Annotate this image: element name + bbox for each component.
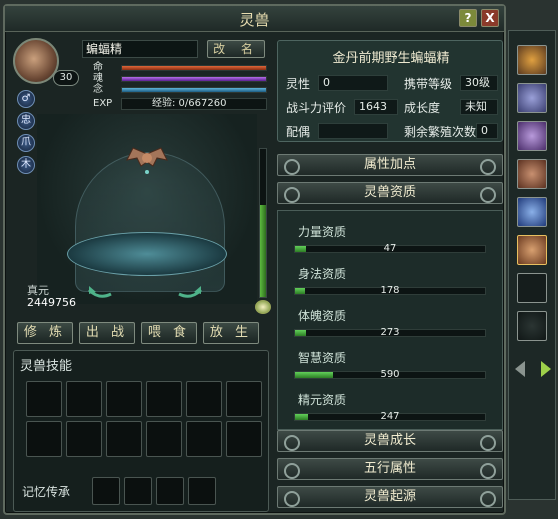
soul-bar: [121, 76, 267, 82]
pet-tab-empty-2[interactable]: [517, 311, 547, 341]
memory-slot[interactable]: [156, 477, 184, 505]
rotate-right-icon[interactable]: [177, 286, 203, 300]
paw-icon: 爪: [17, 134, 35, 152]
aptitude-value: 590: [380, 369, 400, 380]
power-value: 1643: [354, 99, 398, 115]
train-button[interactable]: 修 炼: [17, 322, 73, 344]
pet-tab-3[interactable]: [517, 121, 547, 151]
aptitude-label: 身法资质: [298, 267, 347, 281]
mind-bar: [121, 87, 267, 93]
pet-growth-header[interactable]: 灵兽成长: [277, 430, 503, 452]
skill-slot[interactable]: [226, 421, 262, 457]
skill-slot[interactable]: [186, 381, 222, 417]
vertical-gauge: [259, 148, 267, 298]
pet-display-stage: [37, 114, 257, 304]
skill-slot[interactable]: [66, 381, 102, 417]
pet-name-field: 蝙蝠精: [82, 40, 198, 58]
close-button[interactable]: X: [481, 9, 499, 27]
aptitude-value: 47: [383, 243, 397, 254]
pet-origin-header[interactable]: 灵兽起源: [277, 486, 503, 508]
bat-pet-model: [126, 147, 168, 174]
window-title: 灵兽: [239, 11, 270, 29]
memory-inherit-label: 记忆传承: [22, 485, 71, 499]
breed-count-label: 剩余繁殖次数: [404, 125, 477, 139]
carry-level-value: 30级: [460, 75, 498, 91]
pet-window: 灵兽 ? X 30 蝙蝠精 改 名 命 魂 念 EXP 经验: 0/667260…: [3, 4, 506, 515]
aptitude-value: 178: [380, 285, 400, 296]
power-label: 战斗力评价: [286, 101, 347, 115]
skill-slot[interactable]: [66, 421, 102, 457]
hp-label: 命: [93, 62, 103, 73]
attribute-points-header[interactable]: 属性加点: [277, 154, 503, 176]
spirituality-label: 灵性: [286, 77, 311, 91]
feed-button[interactable]: 喂 食: [141, 322, 197, 344]
skills-panel: 灵兽技能 记忆传承: [13, 350, 269, 512]
rotate-left-icon[interactable]: [87, 286, 113, 300]
skill-slot[interactable]: [226, 381, 262, 417]
skill-slot[interactable]: [146, 421, 182, 457]
mind-label: 念: [93, 84, 103, 95]
pet-tab-2[interactable]: [517, 83, 547, 113]
aptitude-value: 247: [380, 411, 400, 422]
next-arrow-icon[interactable]: [541, 361, 551, 377]
pet-tab-column: [508, 30, 556, 500]
hp-bar: [121, 65, 267, 71]
skill-slot[interactable]: [26, 381, 62, 417]
skill-slot[interactable]: [146, 381, 182, 417]
rename-button[interactable]: 改 名: [207, 40, 265, 58]
memory-slot[interactable]: [124, 477, 152, 505]
growth-label: 成长度: [404, 101, 441, 115]
breed-count-value: 0: [476, 123, 498, 139]
growth-value: 未知: [460, 99, 498, 115]
exp-bar: 经验: 0/667260: [121, 98, 267, 110]
five-elements-header[interactable]: 五行属性: [277, 458, 503, 480]
aptitude-label: 体魄资质: [298, 309, 347, 323]
memory-slot[interactable]: [188, 477, 216, 505]
loyalty-icon: 忠: [17, 112, 35, 130]
skill-slot[interactable]: [26, 421, 62, 457]
carry-level-label: 携带等级: [404, 77, 453, 91]
pet-aptitude-header[interactable]: 灵兽资质: [277, 182, 503, 204]
aptitude-label: 智慧资质: [298, 351, 347, 365]
memory-slot[interactable]: [92, 477, 120, 505]
vertical-gauge-fill: [260, 205, 266, 297]
pet-tab-1[interactable]: [517, 45, 547, 75]
help-button[interactable]: ?: [459, 9, 477, 27]
gender-icon: ♂: [17, 90, 35, 108]
pet-tab-empty-1[interactable]: [517, 273, 547, 303]
skills-title: 灵兽技能: [20, 359, 73, 374]
title-bar[interactable]: 灵兽 ? X: [5, 6, 504, 32]
soul-label: 魂: [93, 73, 103, 84]
gauge-orb-icon[interactable]: [255, 300, 271, 314]
spirituality-value: 0: [318, 75, 388, 91]
battle-button[interactable]: 出 战: [79, 322, 135, 344]
pet-info-title: 金丹前期野生蝙蝠精: [332, 51, 450, 66]
skill-slot[interactable]: [186, 421, 222, 457]
skill-slot[interactable]: [106, 421, 142, 457]
skill-slot[interactable]: [106, 381, 142, 417]
zhenyuan-value: 2449756: [27, 296, 76, 309]
aptitude-label: 力量资质: [298, 225, 347, 239]
aptitude-label: 精元资质: [298, 393, 347, 407]
pet-level-badge: 30: [53, 70, 79, 86]
wood-element-icon: 木: [17, 156, 35, 174]
pedestal-disc: [67, 232, 227, 276]
mate-label: 配偶: [286, 125, 311, 139]
mate-value: [318, 123, 388, 139]
pet-tab-5[interactable]: [517, 197, 547, 227]
prev-arrow-icon[interactable]: [515, 361, 525, 377]
pet-tab-6-selected[interactable]: [517, 235, 547, 265]
aptitude-list: 力量资质 47 身法资质 178 体魄资质 273 智慧资质 590 精元资质 247: [277, 210, 503, 430]
release-button[interactable]: 放 生: [203, 322, 259, 344]
pet-tab-4[interactable]: [517, 159, 547, 189]
pet-info-panel: 金丹前期野生蝙蝠精 灵性 0 携带等级 30级 战斗力评价 1643 成长度 未…: [277, 40, 503, 142]
exp-label: EXP: [93, 98, 113, 109]
aptitude-value: 273: [380, 327, 400, 338]
